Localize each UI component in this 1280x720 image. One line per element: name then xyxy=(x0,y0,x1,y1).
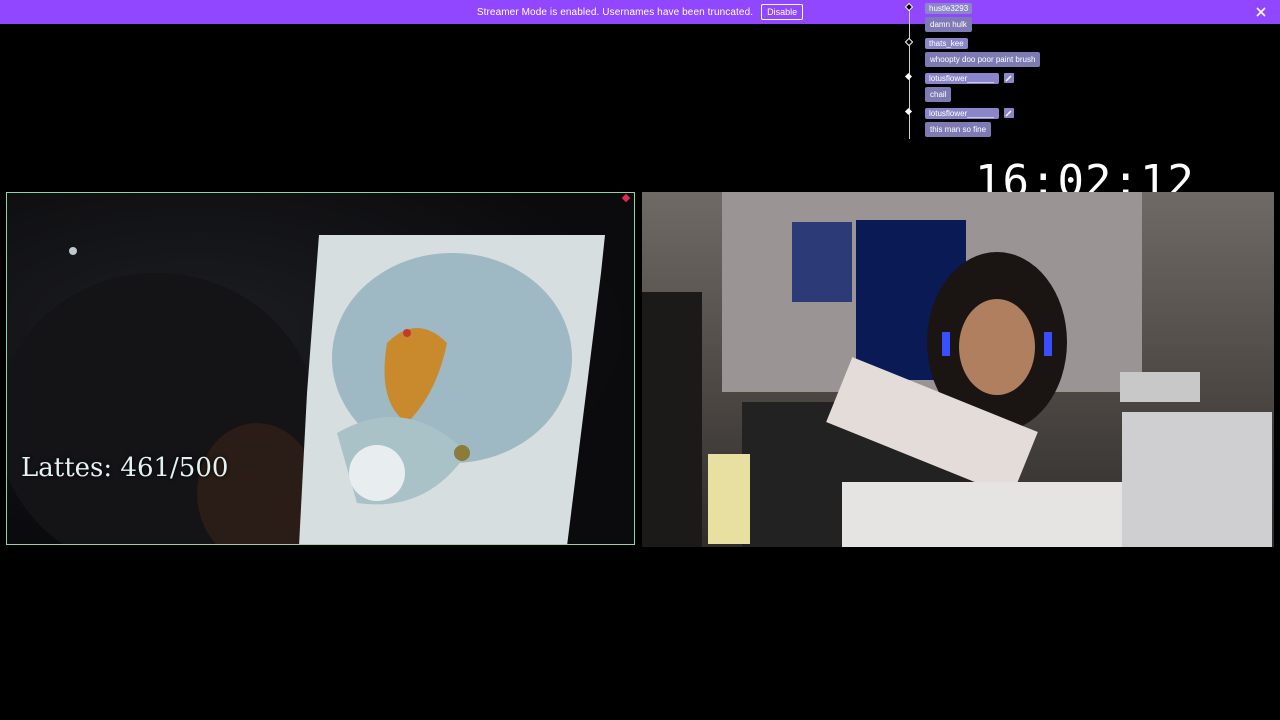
chat-user-row: lotusflower______ xyxy=(925,107,1124,119)
overhead-camera-feed: Lattes: 461/500 xyxy=(6,192,635,545)
chat-overlay: hustle3293 damn hulk thats_kee whoopty d… xyxy=(904,2,1124,142)
chat-text: damn hulk xyxy=(925,17,972,32)
streamer-mode-message: Streamer Mode is enabled. Usernames have… xyxy=(476,6,754,18)
chat-marker-icon xyxy=(904,2,914,12)
chat-username: lotusflower______ xyxy=(925,107,999,119)
overhead-camera-image xyxy=(7,235,605,544)
chat-username: lotusflower______ xyxy=(925,72,999,84)
lattes-goal-counter: Lattes: 461/500 xyxy=(21,453,229,483)
chat-username: hustle3293 xyxy=(925,2,973,14)
room-camera-feed xyxy=(642,192,1274,547)
close-icon[interactable] xyxy=(1254,5,1268,19)
chat-message: hustle3293 damn hulk xyxy=(904,2,1124,39)
brush-icon-svg xyxy=(1005,110,1012,117)
chat-username: thats_kee xyxy=(925,37,968,49)
chat-marker-icon xyxy=(904,72,913,81)
chat-timeline-line xyxy=(909,76,910,109)
brush-badge-icon xyxy=(1004,73,1014,83)
disable-button[interactable]: Disable xyxy=(761,4,804,20)
brush-badge-icon xyxy=(1004,108,1014,118)
stream-canvas: Streamer Mode is enabled. Usernames have… xyxy=(0,0,1280,720)
chat-message: lotusflower______ this man so fine xyxy=(904,107,1124,139)
chat-text: this man so fine xyxy=(925,122,992,137)
chat-user-row: thats_kee xyxy=(925,37,1124,49)
chat-message: lotusflower______ chail xyxy=(904,72,1124,109)
chat-timeline-line xyxy=(909,111,910,139)
chat-text: chail xyxy=(925,87,952,102)
chat-marker-icon xyxy=(904,37,914,47)
chat-text: whoopty doo poor paint brush xyxy=(925,52,1041,67)
room-camera-image xyxy=(642,192,1272,547)
chat-user-row: lotusflower______ xyxy=(925,72,1124,84)
close-icon-svg xyxy=(1256,7,1266,17)
brush-icon-svg xyxy=(1005,75,1012,82)
chat-message: thats_kee whoopty doo poor paint brush xyxy=(904,37,1124,74)
chat-user-row: hustle3293 xyxy=(925,2,1124,14)
chat-marker-icon xyxy=(904,107,913,116)
